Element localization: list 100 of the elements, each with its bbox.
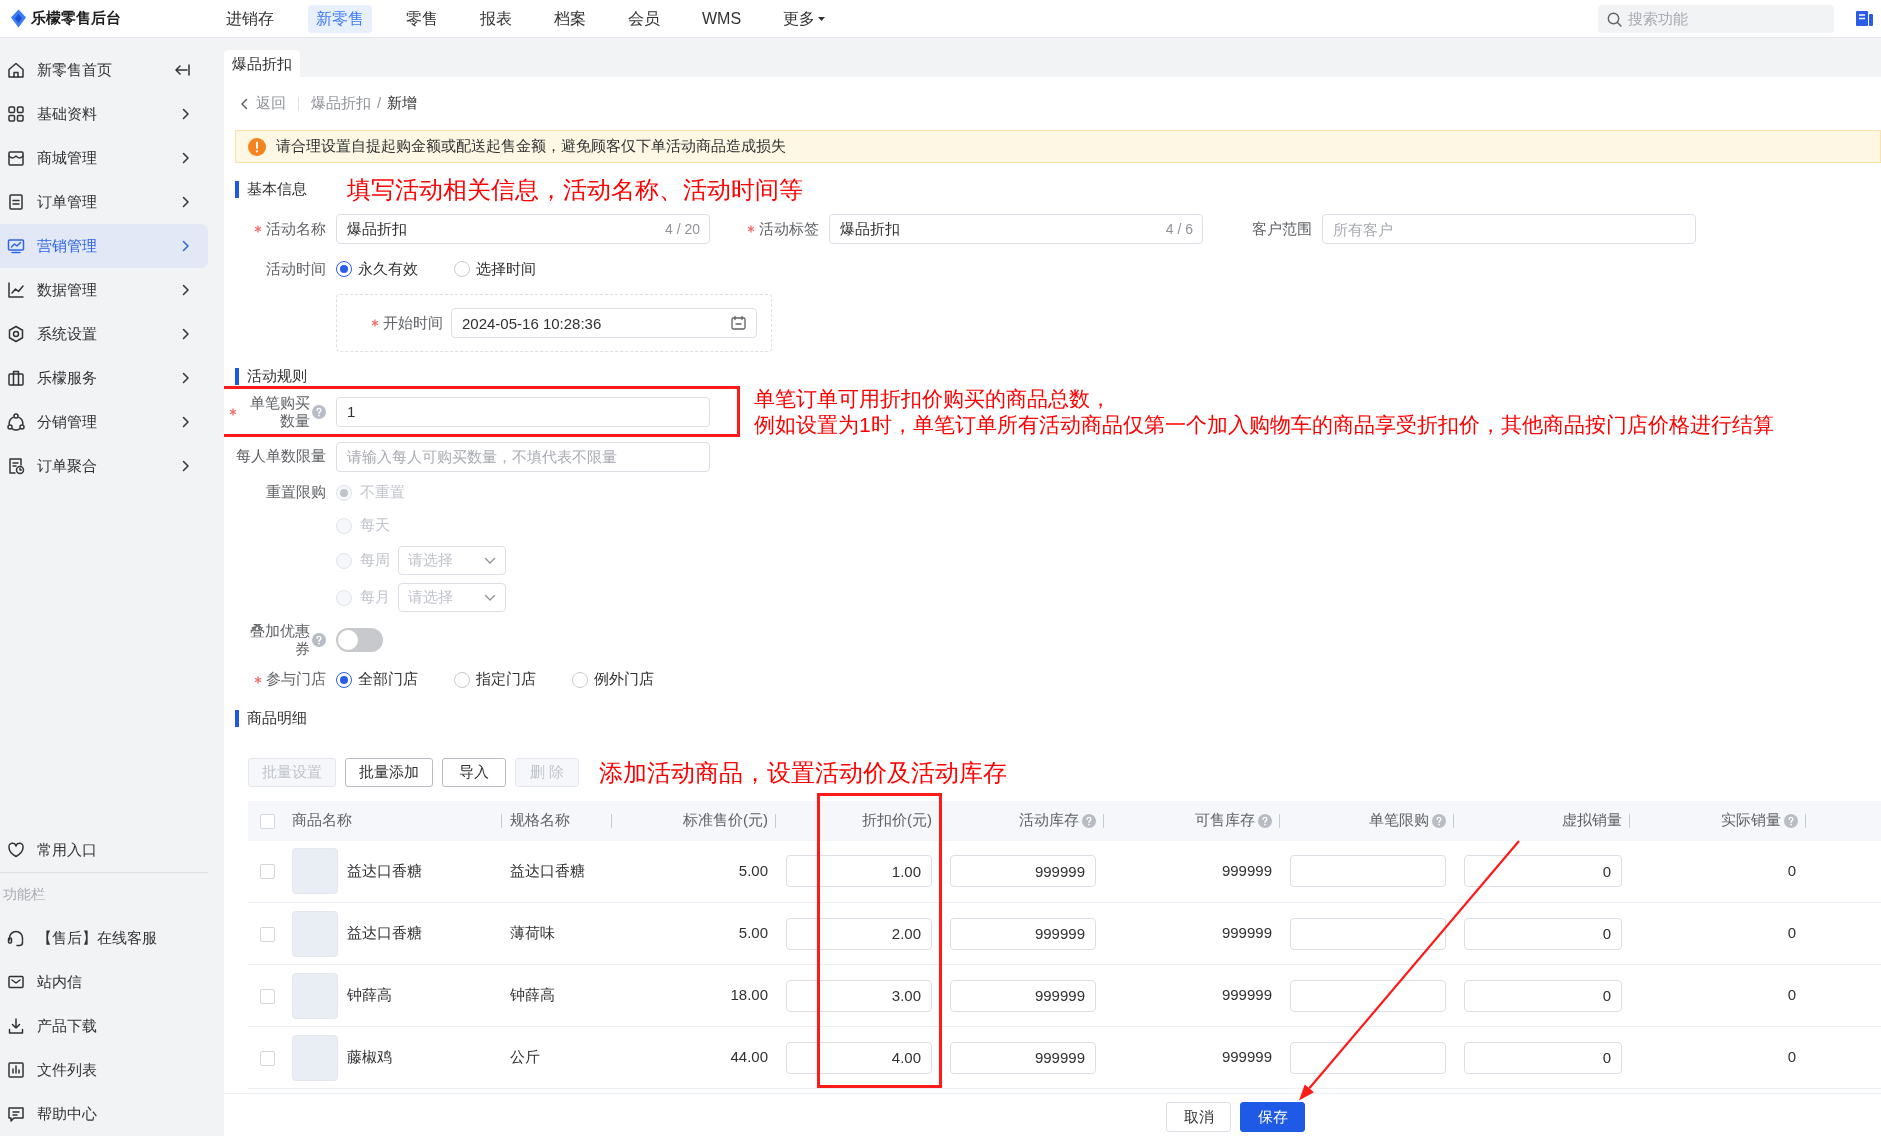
sidebar-item[interactable]: 营销管理 [0, 224, 208, 268]
toolbar-button[interactable]: 导入 [442, 757, 506, 787]
stock-input[interactable]: 999999 [950, 1041, 1096, 1074]
annotation-text: 单笔订单可用折扣价购买的商品总数， [754, 385, 1112, 412]
search-field[interactable]: 搜索功能 [1598, 4, 1834, 33]
stock-input[interactable]: 999999 [950, 979, 1096, 1012]
headset-icon [6, 928, 26, 948]
section-marker [235, 367, 239, 385]
toggle-switch[interactable] [336, 627, 383, 652]
sales-input[interactable]: 0 [1464, 855, 1622, 888]
sidebar-item[interactable]: 分销管理 [0, 400, 208, 444]
chevron-right-icon [182, 284, 190, 296]
toolbar-button[interactable]: 批量添加 [345, 757, 433, 787]
sidebar-item[interactable]: 站内信 [0, 960, 208, 1004]
row-checkbox[interactable] [259, 1050, 275, 1066]
char-counter: 4 / 6 [1165, 220, 1193, 238]
sidebar-item[interactable]: 系统设置 [0, 312, 208, 356]
nav-tab[interactable]: 档案 [546, 4, 594, 33]
input-field[interactable]: 所有客户 [1322, 214, 1696, 244]
book-icon [1855, 10, 1874, 27]
table-cell: 0 [1787, 924, 1796, 942]
chevron-right-icon [182, 416, 190, 428]
radio-button[interactable] [336, 261, 352, 277]
chevron-left-icon [240, 97, 248, 110]
row-checkbox[interactable] [259, 988, 275, 1004]
sidebar-item[interactable]: 【售后】在线客服 [0, 916, 208, 960]
chat-icon [6, 1104, 26, 1124]
limit-input[interactable] [1290, 979, 1446, 1012]
sidebar-item[interactable]: 文件列表 [0, 1048, 208, 1092]
annotation-text: 添加活动商品，设置活动价及活动库存 [599, 757, 1007, 787]
chevron-right-icon [182, 460, 190, 472]
table-cell: 钟薛高 [510, 986, 555, 1004]
price-input[interactable]: 2.00 [786, 917, 932, 950]
section-label: 功能栏 [2, 884, 46, 904]
radio-label: 不重置 [360, 483, 405, 503]
sales-input[interactable]: 0 [1464, 1041, 1622, 1074]
nav-tab[interactable]: 零售 [398, 4, 446, 33]
sidebar-item[interactable]: 订单管理 [0, 180, 208, 224]
breadcrumb-current: 新增 [387, 94, 418, 113]
table-cell: 999999 [1221, 924, 1272, 942]
sidebar-item[interactable]: 订单聚合 [0, 444, 208, 488]
nav-tab[interactable]: 会员 [620, 4, 668, 33]
chevron-right-icon [182, 196, 190, 208]
sidebar-item[interactable]: 基础资料 [0, 92, 208, 136]
photo-placeholder [292, 848, 338, 895]
briefcase-icon [6, 368, 26, 388]
column-header: 商品名称 [292, 811, 352, 830]
field-label: 每人单数限量 [236, 447, 326, 467]
page-tab[interactable]: 爆品折扣 [224, 50, 300, 77]
collapse-icon [174, 63, 190, 77]
row-checkbox[interactable] [259, 864, 275, 880]
nav-tab[interactable]: 新零售 [308, 4, 372, 33]
sidebar-item[interactable]: 常用入口 [0, 828, 208, 872]
store-icon [6, 148, 26, 168]
sidebar-item[interactable]: 数据管理 [0, 268, 208, 312]
nav-tab[interactable]: 更多 [775, 4, 834, 33]
limit-input[interactable] [1290, 1041, 1446, 1074]
price-input[interactable]: 1.00 [786, 855, 932, 888]
sidebar-item[interactable]: 产品下载 [0, 1004, 208, 1048]
sidebar-item[interactable]: 商城管理 [0, 136, 208, 180]
nav-tab[interactable]: WMS [694, 4, 750, 33]
secondary-button[interactable]: 取消 [1166, 1102, 1231, 1132]
price-input[interactable]: 4.00 [786, 1041, 932, 1074]
table-cell: 5.00 [738, 861, 768, 879]
input-field[interactable]: 1 [336, 396, 710, 427]
chevron-right-icon [182, 372, 190, 384]
date-field[interactable]: 2024-05-16 10:28:36 [451, 308, 757, 338]
radio-button[interactable] [336, 671, 352, 688]
sales-input[interactable]: 0 [1464, 979, 1622, 1012]
stock-input[interactable]: 999999 [950, 855, 1096, 888]
sales-input[interactable]: 0 [1464, 917, 1622, 950]
radio-label: 每周 [360, 551, 390, 571]
home-icon [6, 60, 26, 80]
row-checkbox[interactable] [259, 926, 275, 942]
sidebar-item[interactable]: 新零售首页 [0, 48, 208, 92]
select-all-checkbox[interactable] [259, 813, 275, 829]
app-title: 乐檬零售后台 [31, 9, 121, 28]
sidebar-item[interactable]: 乐檬服务 [0, 356, 208, 400]
document-clock-icon [6, 456, 26, 476]
nav-tab[interactable]: 进销存 [218, 4, 282, 33]
primary-button[interactable]: 保存 [1240, 1102, 1305, 1132]
column-header: 虚拟销量 [1562, 811, 1622, 830]
product-name: 益达口香糖 [347, 861, 422, 881]
field-label: 参与门店 [266, 670, 326, 690]
column-header: 规格名称 [510, 811, 570, 830]
input-field[interactable]: 请输入每人可购买数量，不填代表不限量 [336, 441, 710, 472]
limit-input[interactable] [1290, 855, 1446, 888]
nav-tab[interactable]: 报表 [472, 4, 520, 33]
stock-input[interactable]: 999999 [950, 917, 1096, 950]
column-header: 标准售价(元) [683, 811, 768, 830]
price-input[interactable]: 3.00 [786, 979, 932, 1012]
nodes-icon [6, 412, 26, 432]
limit-input[interactable] [1290, 917, 1446, 950]
chevron-right-icon [182, 240, 190, 252]
table-cell: 0 [1787, 861, 1796, 879]
table-cell: 44.00 [730, 1048, 768, 1066]
grid-icon [6, 104, 26, 124]
sidebar-item[interactable]: 帮助中心 [0, 1092, 208, 1136]
calendar-icon [731, 316, 746, 330]
chevron-down-icon [484, 556, 496, 565]
